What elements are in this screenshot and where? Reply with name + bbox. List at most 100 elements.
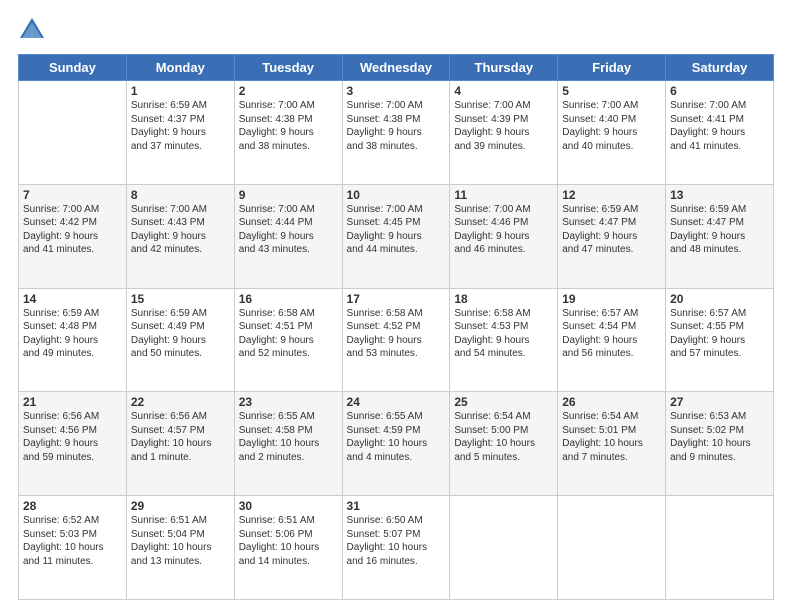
day-info: Sunrise: 7:00 AM Sunset: 4:41 PM Dayligh… (670, 99, 769, 153)
day-number: 13 (670, 188, 769, 202)
day-number: 27 (670, 395, 769, 409)
day-info: Sunrise: 6:59 AM Sunset: 4:47 PM Dayligh… (562, 203, 661, 257)
day-number: 1 (131, 84, 230, 98)
day-header-sunday: Sunday (19, 55, 127, 81)
calendar-week-5: 28Sunrise: 6:52 AM Sunset: 5:03 PM Dayli… (19, 496, 774, 600)
day-info: Sunrise: 6:58 AM Sunset: 4:53 PM Dayligh… (454, 307, 553, 361)
day-header-thursday: Thursday (450, 55, 558, 81)
day-info: Sunrise: 6:57 AM Sunset: 4:54 PM Dayligh… (562, 307, 661, 361)
calendar-cell: 16Sunrise: 6:58 AM Sunset: 4:51 PM Dayli… (234, 288, 342, 392)
day-info: Sunrise: 6:53 AM Sunset: 5:02 PM Dayligh… (670, 410, 769, 464)
calendar-cell: 22Sunrise: 6:56 AM Sunset: 4:57 PM Dayli… (126, 392, 234, 496)
calendar-cell: 27Sunrise: 6:53 AM Sunset: 5:02 PM Dayli… (666, 392, 774, 496)
day-number: 25 (454, 395, 553, 409)
day-info: Sunrise: 6:59 AM Sunset: 4:37 PM Dayligh… (131, 99, 230, 153)
day-header-tuesday: Tuesday (234, 55, 342, 81)
day-number: 11 (454, 188, 553, 202)
calendar-week-4: 21Sunrise: 6:56 AM Sunset: 4:56 PM Dayli… (19, 392, 774, 496)
day-number: 7 (23, 188, 122, 202)
calendar-cell: 21Sunrise: 6:56 AM Sunset: 4:56 PM Dayli… (19, 392, 127, 496)
calendar-cell: 26Sunrise: 6:54 AM Sunset: 5:01 PM Dayli… (558, 392, 666, 496)
day-number: 14 (23, 292, 122, 306)
calendar-cell: 18Sunrise: 6:58 AM Sunset: 4:53 PM Dayli… (450, 288, 558, 392)
day-number: 15 (131, 292, 230, 306)
day-info: Sunrise: 6:54 AM Sunset: 5:00 PM Dayligh… (454, 410, 553, 464)
day-info: Sunrise: 7:00 AM Sunset: 4:44 PM Dayligh… (239, 203, 338, 257)
day-info: Sunrise: 6:55 AM Sunset: 4:58 PM Dayligh… (239, 410, 338, 464)
day-number: 19 (562, 292, 661, 306)
calendar-cell: 9Sunrise: 7:00 AM Sunset: 4:44 PM Daylig… (234, 184, 342, 288)
calendar-cell: 20Sunrise: 6:57 AM Sunset: 4:55 PM Dayli… (666, 288, 774, 392)
day-number: 28 (23, 499, 122, 513)
header (18, 16, 774, 44)
day-number: 10 (347, 188, 446, 202)
calendar-cell: 30Sunrise: 6:51 AM Sunset: 5:06 PM Dayli… (234, 496, 342, 600)
day-number: 29 (131, 499, 230, 513)
day-info: Sunrise: 6:55 AM Sunset: 4:59 PM Dayligh… (347, 410, 446, 464)
logo (18, 16, 50, 44)
calendar-cell: 8Sunrise: 7:00 AM Sunset: 4:43 PM Daylig… (126, 184, 234, 288)
calendar-cell: 11Sunrise: 7:00 AM Sunset: 4:46 PM Dayli… (450, 184, 558, 288)
calendar-cell: 4Sunrise: 7:00 AM Sunset: 4:39 PM Daylig… (450, 81, 558, 185)
day-number: 31 (347, 499, 446, 513)
day-header-wednesday: Wednesday (342, 55, 450, 81)
day-number: 21 (23, 395, 122, 409)
page: SundayMondayTuesdayWednesdayThursdayFrid… (0, 0, 792, 612)
calendar-cell: 23Sunrise: 6:55 AM Sunset: 4:58 PM Dayli… (234, 392, 342, 496)
day-info: Sunrise: 6:51 AM Sunset: 5:06 PM Dayligh… (239, 514, 338, 568)
day-number: 24 (347, 395, 446, 409)
day-number: 9 (239, 188, 338, 202)
day-info: Sunrise: 6:50 AM Sunset: 5:07 PM Dayligh… (347, 514, 446, 568)
calendar-cell: 10Sunrise: 7:00 AM Sunset: 4:45 PM Dayli… (342, 184, 450, 288)
calendar-cell: 28Sunrise: 6:52 AM Sunset: 5:03 PM Dayli… (19, 496, 127, 600)
day-number: 18 (454, 292, 553, 306)
day-info: Sunrise: 6:58 AM Sunset: 4:51 PM Dayligh… (239, 307, 338, 361)
calendar-week-1: 1Sunrise: 6:59 AM Sunset: 4:37 PM Daylig… (19, 81, 774, 185)
calendar-header-row: SundayMondayTuesdayWednesdayThursdayFrid… (19, 55, 774, 81)
logo-icon (18, 16, 46, 44)
day-number: 30 (239, 499, 338, 513)
day-number: 26 (562, 395, 661, 409)
day-number: 5 (562, 84, 661, 98)
calendar-cell: 6Sunrise: 7:00 AM Sunset: 4:41 PM Daylig… (666, 81, 774, 185)
calendar-week-3: 14Sunrise: 6:59 AM Sunset: 4:48 PM Dayli… (19, 288, 774, 392)
day-header-monday: Monday (126, 55, 234, 81)
day-info: Sunrise: 6:57 AM Sunset: 4:55 PM Dayligh… (670, 307, 769, 361)
calendar-week-2: 7Sunrise: 7:00 AM Sunset: 4:42 PM Daylig… (19, 184, 774, 288)
day-info: Sunrise: 7:00 AM Sunset: 4:43 PM Dayligh… (131, 203, 230, 257)
calendar-cell: 7Sunrise: 7:00 AM Sunset: 4:42 PM Daylig… (19, 184, 127, 288)
day-info: Sunrise: 7:00 AM Sunset: 4:45 PM Dayligh… (347, 203, 446, 257)
day-info: Sunrise: 6:51 AM Sunset: 5:04 PM Dayligh… (131, 514, 230, 568)
calendar-cell: 3Sunrise: 7:00 AM Sunset: 4:38 PM Daylig… (342, 81, 450, 185)
day-info: Sunrise: 7:00 AM Sunset: 4:38 PM Dayligh… (239, 99, 338, 153)
day-info: Sunrise: 6:58 AM Sunset: 4:52 PM Dayligh… (347, 307, 446, 361)
day-info: Sunrise: 7:00 AM Sunset: 4:40 PM Dayligh… (562, 99, 661, 153)
day-number: 20 (670, 292, 769, 306)
day-number: 4 (454, 84, 553, 98)
day-header-saturday: Saturday (666, 55, 774, 81)
calendar-cell: 19Sunrise: 6:57 AM Sunset: 4:54 PM Dayli… (558, 288, 666, 392)
calendar-table: SundayMondayTuesdayWednesdayThursdayFrid… (18, 54, 774, 600)
day-info: Sunrise: 6:59 AM Sunset: 4:49 PM Dayligh… (131, 307, 230, 361)
calendar-cell: 24Sunrise: 6:55 AM Sunset: 4:59 PM Dayli… (342, 392, 450, 496)
day-number: 22 (131, 395, 230, 409)
calendar-cell (666, 496, 774, 600)
day-number: 17 (347, 292, 446, 306)
calendar-cell: 14Sunrise: 6:59 AM Sunset: 4:48 PM Dayli… (19, 288, 127, 392)
day-number: 16 (239, 292, 338, 306)
calendar-cell: 12Sunrise: 6:59 AM Sunset: 4:47 PM Dayli… (558, 184, 666, 288)
day-info: Sunrise: 7:00 AM Sunset: 4:46 PM Dayligh… (454, 203, 553, 257)
calendar-cell: 5Sunrise: 7:00 AM Sunset: 4:40 PM Daylig… (558, 81, 666, 185)
day-info: Sunrise: 7:00 AM Sunset: 4:39 PM Dayligh… (454, 99, 553, 153)
calendar-cell: 1Sunrise: 6:59 AM Sunset: 4:37 PM Daylig… (126, 81, 234, 185)
day-info: Sunrise: 6:54 AM Sunset: 5:01 PM Dayligh… (562, 410, 661, 464)
calendar-cell: 29Sunrise: 6:51 AM Sunset: 5:04 PM Dayli… (126, 496, 234, 600)
calendar-cell: 25Sunrise: 6:54 AM Sunset: 5:00 PM Dayli… (450, 392, 558, 496)
day-header-friday: Friday (558, 55, 666, 81)
calendar-cell: 13Sunrise: 6:59 AM Sunset: 4:47 PM Dayli… (666, 184, 774, 288)
day-info: Sunrise: 6:59 AM Sunset: 4:48 PM Dayligh… (23, 307, 122, 361)
day-info: Sunrise: 6:52 AM Sunset: 5:03 PM Dayligh… (23, 514, 122, 568)
day-number: 6 (670, 84, 769, 98)
day-number: 8 (131, 188, 230, 202)
day-number: 12 (562, 188, 661, 202)
